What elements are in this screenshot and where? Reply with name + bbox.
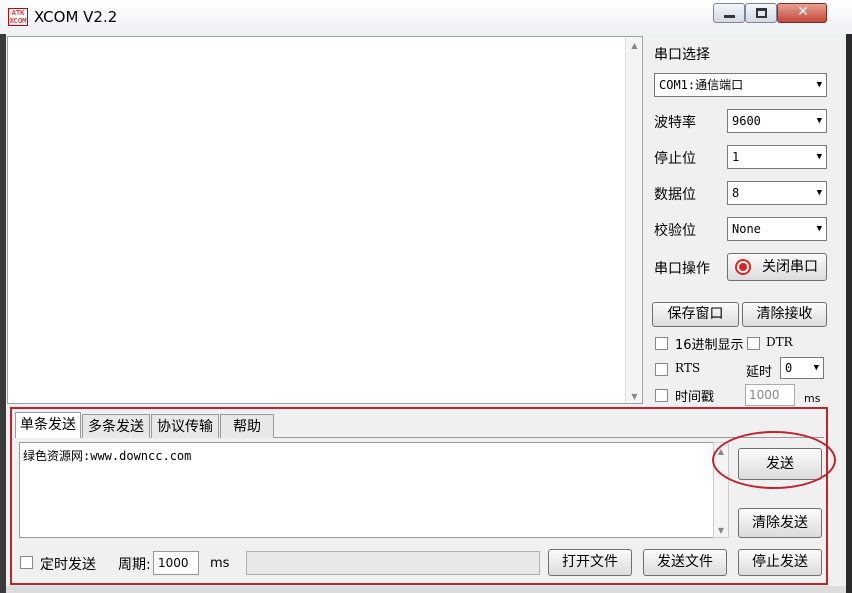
app-logo-icon: ATK XCOM bbox=[8, 8, 28, 26]
timestamp-unit: ms bbox=[804, 392, 821, 405]
close-icon: ✕ bbox=[797, 4, 809, 20]
receive-textarea[interactable]: ▲ ▼ bbox=[7, 36, 643, 404]
delay-value: 0 bbox=[785, 361, 793, 375]
clear-send-button[interactable]: 清除发送 bbox=[738, 508, 822, 538]
close-button[interactable]: ✕ bbox=[777, 3, 827, 23]
close-port-button[interactable]: 关闭串口 bbox=[727, 253, 827, 281]
receive-scrollbar[interactable]: ▲ ▼ bbox=[625, 37, 642, 403]
window-title: XCOM V2.2 bbox=[34, 8, 118, 26]
maximize-icon bbox=[756, 8, 767, 18]
parity-value: None bbox=[732, 222, 761, 236]
rts-checkbox[interactable] bbox=[655, 363, 668, 376]
port-status-indicator-icon bbox=[735, 259, 751, 275]
port-operation-label: 串口操作 bbox=[654, 261, 710, 277]
data-bits-label: 数据位 bbox=[654, 187, 696, 203]
stop-send-button[interactable]: 停止发送 bbox=[738, 549, 822, 576]
minimize-button[interactable] bbox=[713, 3, 745, 23]
period-input[interactable]: 1000 bbox=[153, 551, 199, 575]
send-file-button[interactable]: 发送文件 bbox=[643, 549, 727, 576]
clear-receive-button[interactable]: 清除接收 bbox=[742, 302, 827, 327]
tab-multi-send[interactable]: 多条发送 bbox=[82, 414, 150, 438]
tab-help[interactable]: 帮助 bbox=[220, 414, 274, 438]
chevron-down-icon: ▼ bbox=[813, 363, 819, 373]
rts-label: RTS bbox=[675, 361, 701, 375]
chevron-down-icon: ▼ bbox=[816, 188, 822, 198]
close-port-label: 关闭串口 bbox=[762, 259, 818, 275]
chevron-down-icon: ▼ bbox=[816, 224, 822, 234]
hex-display-checkbox[interactable] bbox=[655, 337, 668, 350]
status-bar bbox=[6, 586, 846, 593]
dtr-checkbox[interactable] bbox=[747, 337, 760, 350]
period-unit: ms bbox=[210, 556, 230, 571]
port-select-label: 串口选择 bbox=[654, 47, 710, 63]
hex-display-label: 16进制显示 bbox=[675, 338, 744, 353]
dtr-label: DTR bbox=[766, 335, 793, 349]
timestamp-interval-input[interactable]: 1000 bbox=[745, 384, 795, 406]
port-select[interactable]: COM1:通信端口 ▼ bbox=[654, 73, 827, 97]
stop-bits-value: 1 bbox=[732, 150, 740, 164]
minimize-icon bbox=[724, 15, 735, 18]
title-bar: ATK XCOM XCOM V2.2 ✕ bbox=[0, 0, 852, 34]
baud-rate-label: 波特率 bbox=[654, 115, 696, 131]
timestamp-checkbox[interactable] bbox=[655, 389, 668, 402]
tab-single-send[interactable]: 单条发送 bbox=[15, 412, 81, 438]
tab-protocol[interactable]: 协议传输 bbox=[151, 414, 219, 438]
chevron-down-icon: ▼ bbox=[816, 80, 822, 90]
parity-label: 校验位 bbox=[654, 223, 696, 239]
timed-send-checkbox[interactable] bbox=[20, 556, 33, 569]
chevron-down-icon: ▼ bbox=[816, 152, 822, 162]
open-file-button[interactable]: 打开文件 bbox=[548, 549, 632, 576]
parity-select[interactable]: None ▼ bbox=[727, 217, 827, 241]
data-bits-select[interactable]: 8 ▼ bbox=[727, 181, 827, 205]
port-select-value: COM1:通信端口 bbox=[659, 78, 744, 92]
send-textarea[interactable]: 绿色资源网:www.downcc.com bbox=[19, 442, 715, 538]
delay-label: 延时 bbox=[746, 365, 773, 380]
timed-send-label: 定时发送 bbox=[40, 557, 96, 573]
delay-select[interactable]: 0 ▼ bbox=[780, 357, 824, 379]
save-window-button[interactable]: 保存窗口 bbox=[652, 302, 739, 327]
baud-rate-value: 9600 bbox=[732, 114, 761, 128]
period-label: 周期: bbox=[118, 557, 151, 573]
timestamp-label: 时间戳 bbox=[675, 390, 715, 405]
stop-bits-select[interactable]: 1 ▼ bbox=[727, 145, 827, 169]
scroll-down-arrow-icon[interactable]: ▼ bbox=[626, 392, 643, 401]
scroll-up-arrow-icon[interactable]: ▲ bbox=[626, 41, 643, 50]
file-path-field[interactable] bbox=[246, 551, 540, 575]
chevron-down-icon: ▼ bbox=[816, 116, 822, 126]
send-button-highlight bbox=[712, 431, 836, 489]
scroll-down-arrow-icon[interactable]: ▼ bbox=[714, 526, 728, 535]
data-bits-value: 8 bbox=[732, 186, 740, 200]
stop-bits-label: 停止位 bbox=[654, 151, 696, 167]
maximize-button[interactable] bbox=[745, 3, 777, 23]
baud-rate-select[interactable]: 9600 ▼ bbox=[727, 109, 827, 133]
